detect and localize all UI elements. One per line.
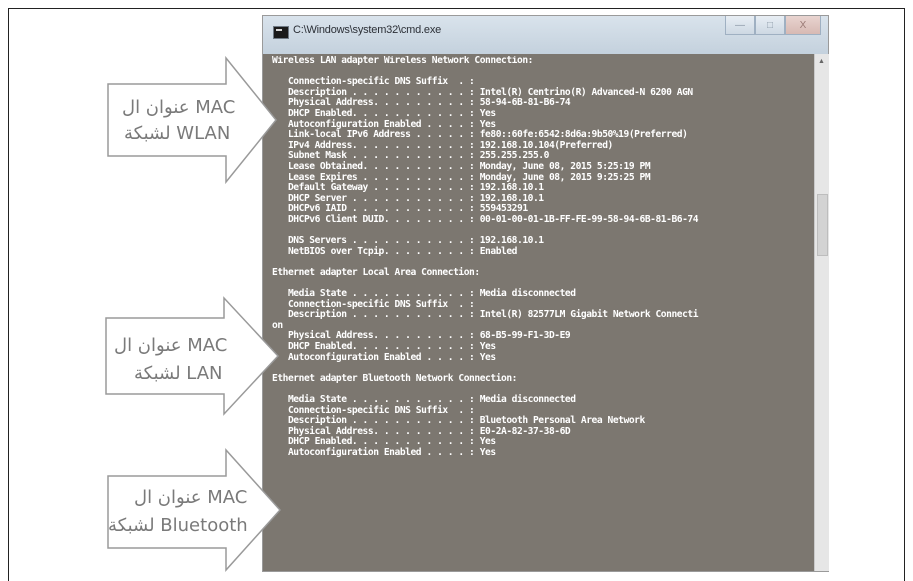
console-line: Autoconfiguration Enabled . . . . : Yes (272, 351, 496, 363)
console-output[interactable]: Wireless LAN adapter Wireless Network Co… (272, 56, 814, 568)
arrow-shape-icon (107, 448, 282, 572)
callout-bluetooth-line1: عنوان ال MAC (134, 487, 248, 508)
console-line: NetBIOS over Tcpip. . . . . . . . : Enab… (272, 245, 517, 257)
minimize-button[interactable]: — (725, 16, 755, 35)
console-line: DHCP Enabled. . . . . . . . . . . : Yes (272, 107, 496, 119)
console-line: Ethernet adapter Local Area Connection: (272, 266, 480, 278)
window-title: C:\Windows\system32\cmd.exe (293, 24, 442, 36)
cmd-window[interactable]: C:\Windows\system32\cmd.exe — □ X Wirele… (263, 16, 829, 571)
console-line: Description . . . . . . . . . . . : Inte… (272, 309, 699, 321)
title-bar[interactable]: C:\Windows\system32\cmd.exe — □ X (263, 16, 828, 54)
arrow-shape-icon (107, 56, 277, 185)
cmd-icon (273, 26, 289, 39)
vertical-scrollbar[interactable]: ▲ (814, 54, 829, 571)
callout-bluetooth-line2: لشبكة Bluetooth (108, 515, 248, 536)
callout-lan-line2: لشبكة LAN (134, 363, 223, 384)
callout-bluetooth: عنوان ال MAC لشبكة Bluetooth (106, 448, 282, 572)
window-controls: — □ X (725, 16, 821, 36)
console-line: Media State . . . . . . . . . . . : Medi… (272, 394, 576, 405)
scroll-up-icon[interactable]: ▲ (818, 58, 825, 65)
callout-lan-line1: عنوان ال MAC (114, 335, 228, 356)
maximize-button[interactable]: □ (755, 16, 785, 35)
callout-lan: عنوان ال MAC لشبكة LAN (104, 296, 280, 416)
close-button[interactable]: X (785, 16, 821, 35)
console-line: DHCPv6 Client DUID. . . . . . . . : 00-0… (272, 213, 699, 225)
console-line: Autoconfiguration Enabled . . . . : Yes (272, 446, 496, 458)
console-line: Lease Obtained. . . . . . . . . . : Mond… (272, 160, 651, 172)
scroll-thumb[interactable] (817, 194, 828, 256)
callout-wlan-line1: عنوان ال MAC (122, 97, 236, 118)
console-line: Ethernet adapter Bluetooth Network Conne… (272, 372, 517, 384)
callout-wlan-line2: لشبكة WLAN (124, 123, 231, 144)
callout-wlan: عنوان ال MAC لشبكة WLAN (106, 56, 278, 186)
console-line: Wireless LAN adapter Wireless Network Co… (272, 56, 533, 66)
